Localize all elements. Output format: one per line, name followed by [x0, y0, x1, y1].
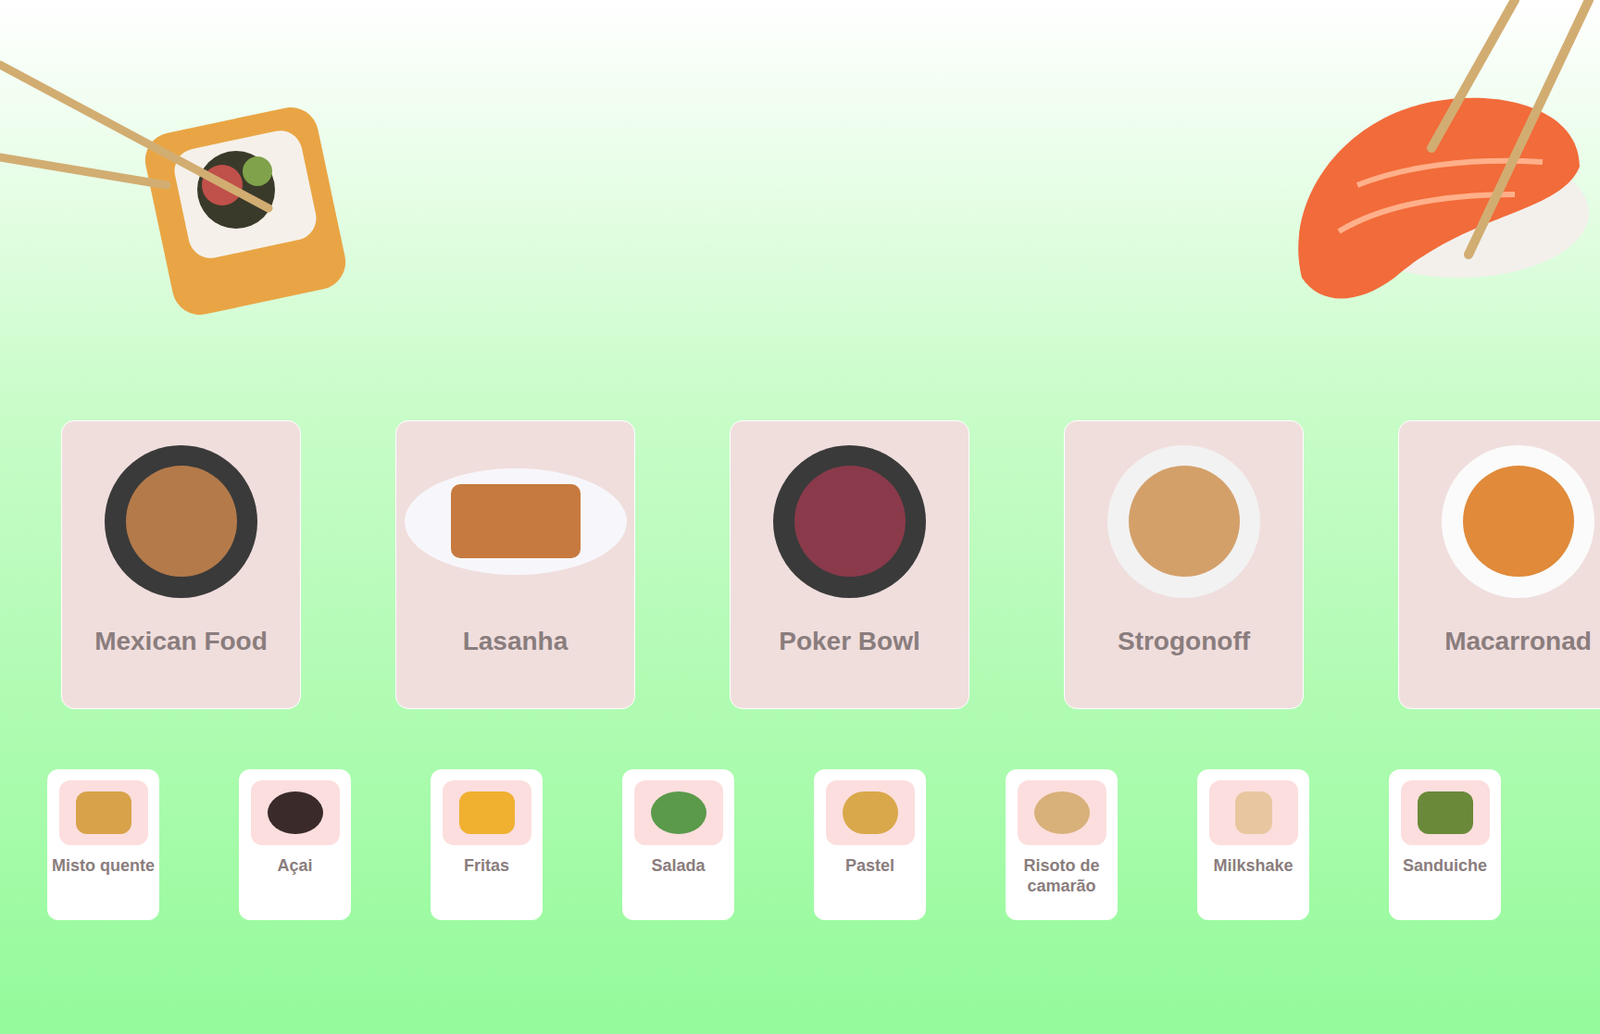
category-photo	[1400, 780, 1490, 846]
category-row: Misto quente Açai Fritas Salada Pastel Risoto…	[0, 769, 1600, 921]
category-photo	[59, 780, 149, 846]
category-card[interactable]: Risoto de camarão	[1005, 769, 1118, 921]
featured-row: Mexican Food Lasanha Poker Bowl Strogonoff M…	[0, 420, 1600, 710]
category-photo	[634, 780, 724, 846]
featured-label: Macarronad	[1444, 626, 1592, 657]
featured-card[interactable]: Poker Bowl	[729, 420, 970, 710]
category-card[interactable]: Salada	[622, 769, 735, 921]
featured-label: Mexican Food	[94, 626, 268, 657]
category-label: Milkshake	[1212, 856, 1293, 877]
category-label: Fritas	[463, 856, 510, 877]
category-photo	[442, 780, 532, 846]
featured-card[interactable]: Macarronad	[1398, 420, 1600, 710]
salmon-nigiri-photo	[1283, 0, 1600, 312]
hero	[0, 0, 1600, 421]
category-label: Sanduiche	[1402, 856, 1488, 877]
dish-photo	[1441, 437, 1595, 605]
sushi-roll-photo	[0, 0, 348, 317]
featured-card[interactable]: Strogonoff	[1063, 420, 1304, 710]
dish-photo	[104, 437, 258, 605]
category-card[interactable]: Misto quente	[47, 769, 160, 921]
category-label: Salada	[650, 856, 705, 877]
category-photo	[825, 780, 915, 846]
category-photo	[250, 780, 340, 846]
dish-photo	[773, 437, 926, 605]
featured-label: Strogonoff	[1117, 626, 1250, 657]
featured-label: Lasanha	[462, 626, 569, 657]
category-card[interactable]: Sanduiche	[1388, 769, 1501, 921]
category-card[interactable]: Fritas	[430, 769, 543, 921]
dish-photo	[404, 437, 627, 605]
category-label: Misto quente	[51, 856, 155, 877]
category-photo	[1017, 780, 1107, 846]
menu-page: Mexican Food Lasanha Poker Bowl Strogonoff M…	[0, 0, 1600, 1034]
category-card[interactable]: Milkshake	[1197, 769, 1310, 921]
category-card[interactable]: Pastel	[813, 769, 926, 921]
featured-label: Poker Bowl	[778, 626, 920, 657]
category-label: Açai	[276, 856, 313, 877]
featured-card[interactable]: Lasanha	[395, 420, 636, 710]
category-label: Pastel	[845, 856, 895, 877]
category-label: Risoto de camarão	[1009, 856, 1114, 897]
featured-card[interactable]: Mexican Food	[61, 420, 301, 710]
dish-photo	[1107, 437, 1261, 605]
category-card[interactable]: Açai	[238, 769, 351, 921]
category-photo	[1209, 780, 1299, 846]
